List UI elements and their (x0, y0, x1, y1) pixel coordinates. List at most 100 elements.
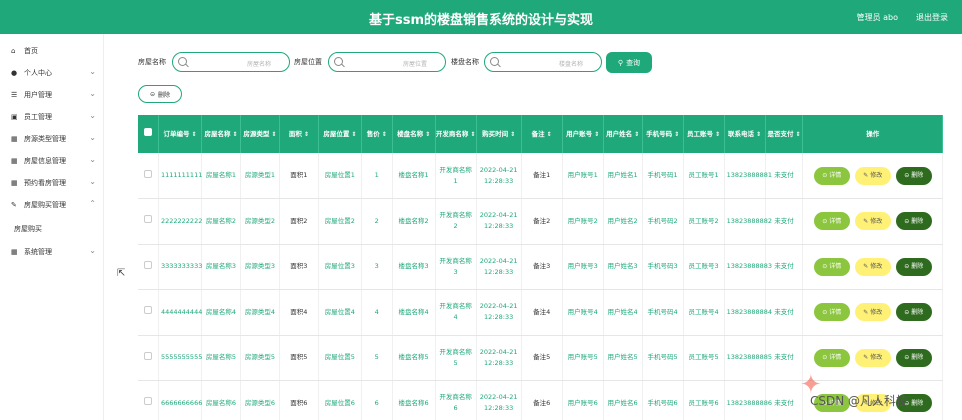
row-actions: ⊙ 详情 ✎ 修改 ⊝ 删除 (802, 198, 943, 245)
table-cell: 3 (361, 244, 393, 290)
sort-icon[interactable]: ⇕ (634, 131, 639, 138)
detail-button[interactable]: ⊙ 详情 (813, 348, 850, 367)
row-checkbox[interactable] (138, 380, 159, 420)
column-header[interactable]: 订单编号 ⇕ (158, 115, 203, 153)
sidebar-item-system[interactable]: ▦ 系统管理 ⌄ (0, 241, 104, 263)
column-header[interactable]: 楼盘名称 ⇕ (392, 115, 436, 153)
detail-button[interactable]: ⊙ 详情 (813, 303, 850, 322)
column-header[interactable]: 用户账号 ⇕ (562, 115, 604, 153)
sort-icon[interactable]: ⇕ (232, 131, 237, 138)
table-cell: 2022-04-21 12:28:33 (476, 244, 522, 290)
table-cell: 房屋位置2 (318, 198, 362, 245)
column-header[interactable]: 房屋位置 ⇕ (318, 115, 362, 153)
delete-button[interactable]: ⊝ 删除 (895, 303, 932, 322)
delete-button[interactable]: ⊝ 删除 (895, 348, 932, 367)
table-cell: 房源类型4 (240, 289, 280, 336)
table-cell: 用户姓名2 (603, 198, 643, 245)
delete-button[interactable]: ⊝ 删除 (895, 257, 932, 276)
batch-delete-button[interactable]: ⊝ 删除 (138, 85, 182, 103)
row-checkbox[interactable] (138, 153, 159, 199)
edit-button[interactable]: ✎ 修改 (854, 348, 891, 367)
detail-icon: ⊙ (822, 263, 828, 271)
sort-icon[interactable]: ⇕ (191, 131, 196, 138)
column-header[interactable]: 售价 ⇕ (361, 115, 393, 153)
sort-icon[interactable]: ⇕ (674, 131, 679, 138)
edit-button[interactable]: ✎ 修改 (854, 212, 891, 231)
row-checkbox[interactable] (138, 198, 159, 245)
edit-button[interactable]: ✎ 修改 (854, 166, 891, 185)
grid-icon: ▦ (11, 135, 18, 143)
sidebar-subitem-house-purchase[interactable]: 房屋购买 (14, 224, 42, 234)
sidebar-item-5[interactable]: ▦ 房屋信息管理 ⌄ (0, 150, 104, 172)
table-cell: 用户姓名3 (603, 244, 643, 290)
orders-table: 订单编号 ⇕ 房屋名称 ⇕ 房源类型 ⇕ 面积 ⇕ 房屋位置 ⇕ 售价 ⇕ 楼盘名称 ⇕ 开发商名称 ⇕ 购买时… (138, 115, 943, 420)
sort-icon[interactable]: ⇕ (510, 131, 515, 138)
delete-button[interactable]: ⊝ 删除 (895, 166, 932, 185)
sort-icon[interactable]: ⇕ (271, 131, 276, 138)
column-header[interactable]: 备注 ⇕ (521, 115, 563, 153)
table-cell: 楼盘名称6 (392, 380, 436, 420)
sort-icon[interactable]: ⇕ (715, 131, 720, 138)
detail-button[interactable]: ⊙ 详情 (813, 257, 850, 276)
grid-icon: ▦ (11, 248, 18, 256)
sidebar-item-3[interactable]: ▣ 员工管理 ⌄ (0, 106, 104, 128)
building-name-input[interactable]: 楼盘名称 (484, 52, 602, 72)
sidebar-item-1[interactable]: ● 个人中心 ⌄ (0, 62, 104, 84)
sort-icon[interactable]: ⇕ (351, 131, 356, 138)
chevron-icon: ⌄ (89, 177, 96, 186)
table-cell: 员工账号5 (683, 335, 725, 381)
sort-icon[interactable]: ⇕ (795, 131, 800, 138)
sidebar-item-label: 预约看房管理 (24, 179, 66, 187)
detail-button[interactable]: ⊙ 详情 (813, 212, 850, 231)
table-cell: 开发商名称2 (435, 198, 477, 245)
table-cell: 手机号码3 (642, 244, 684, 290)
column-header[interactable]: 房源类型 ⇕ (240, 115, 280, 153)
sidebar-item-label: 用户管理 (24, 91, 52, 99)
table-cell: 手机号码6 (642, 380, 684, 420)
edit-button[interactable]: ✎ 修改 (854, 257, 891, 276)
sort-icon[interactable]: ⇕ (594, 131, 599, 138)
table-cell: 2022-04-21 12:28:33 (476, 289, 522, 336)
row-checkbox[interactable] (138, 289, 159, 336)
sort-icon[interactable]: ⇕ (756, 131, 761, 138)
search-label-building-name: 楼盘名称 (451, 58, 479, 66)
query-button[interactable]: ⚲ 查询 (606, 52, 652, 73)
sidebar-item-label: 系统管理 (24, 248, 52, 256)
column-header[interactable]: 面积 ⇕ (279, 115, 319, 153)
house-location-input[interactable]: 房屋位置 (328, 52, 446, 72)
sort-icon[interactable]: ⇕ (470, 131, 475, 138)
edit-button[interactable]: ✎ 修改 (854, 303, 891, 322)
sidebar-item-4[interactable]: ▦ 房源类型管理 ⌄ (0, 128, 104, 150)
column-header[interactable]: 联系电话 ⇕ (724, 115, 766, 153)
detail-button[interactable]: ⊙ 详情 (813, 166, 850, 185)
table-cell: 房屋位置1 (318, 153, 362, 199)
sort-icon[interactable]: ⇕ (304, 131, 309, 138)
sidebar-item-0[interactable]: ⌂ 首页 (0, 40, 104, 62)
edit-icon: ✎ (863, 263, 869, 271)
table-row: 1111111111 房屋名称1 房源类型1 面积1 房屋位置1 1 楼盘名称1 开发商名称1… (138, 153, 943, 199)
column-header[interactable]: 房屋名称 ⇕ (201, 115, 241, 153)
sort-icon[interactable]: ⇕ (425, 131, 430, 138)
sidebar-item-7[interactable]: ✎ 房屋购买管理 ⌃ (0, 194, 104, 216)
column-header[interactable]: 用户姓名 ⇕ (603, 115, 643, 153)
table-cell: 楼盘名称3 (392, 244, 436, 290)
row-checkbox[interactable] (138, 335, 159, 381)
sort-icon[interactable]: ⇕ (547, 131, 552, 138)
chevron-icon: ⌄ (89, 246, 96, 255)
table-cell: 13823888883 (724, 244, 772, 290)
sort-icon[interactable]: ⇕ (382, 131, 387, 138)
column-header[interactable]: 购买时间 ⇕ (476, 115, 522, 153)
select-all-checkbox[interactable] (138, 115, 159, 153)
column-header[interactable]: 手机号码 ⇕ (642, 115, 684, 153)
column-header[interactable]: 开发商名称 ⇕ (435, 115, 477, 153)
delete-button[interactable]: ⊝ 删除 (895, 212, 932, 231)
column-header[interactable]: 员工账号 ⇕ (683, 115, 725, 153)
house-name-input[interactable]: 房屋名称 (172, 52, 290, 72)
row-checkbox[interactable] (138, 244, 159, 290)
table-cell: 面积6 (279, 380, 319, 420)
sidebar-item-6[interactable]: ▦ 预约看房管理 ⌄ (0, 172, 104, 194)
sidebar-item-2[interactable]: ☰ 用户管理 ⌄ (0, 84, 104, 106)
table-cell: 开发商名称4 (435, 289, 477, 336)
logout-link[interactable]: 退出登录 (916, 12, 948, 23)
column-header[interactable]: 是否支付 ⇕ (765, 115, 804, 153)
